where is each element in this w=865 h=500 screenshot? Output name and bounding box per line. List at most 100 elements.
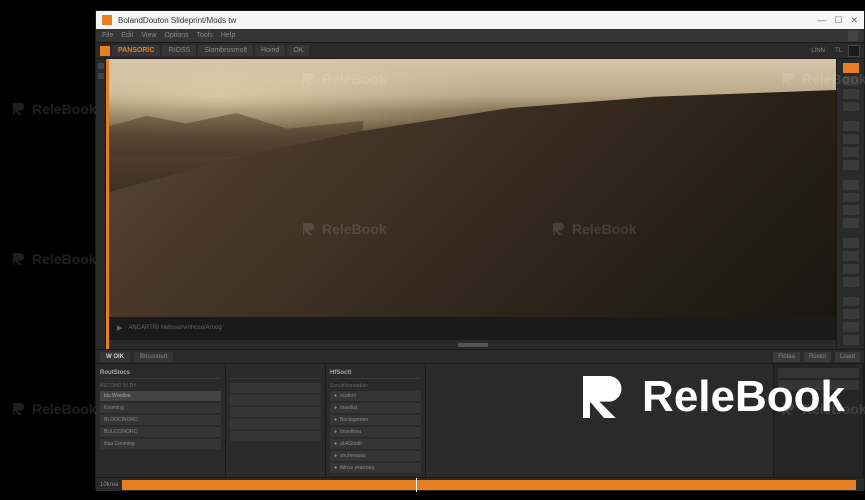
- tool-16[interactable]: [843, 277, 859, 287]
- panel-props: [226, 364, 326, 477]
- app-window: BolandDouton Slideprint/Mods tw — ☐ ✕ Fi…: [95, 10, 865, 490]
- workspace-tabbar: PANSORIC RIOSS Slombrosmolt Hoind OK LIN…: [96, 43, 864, 59]
- titlebar: BolandDouton Slideprint/Mods tw — ☐ ✕: [96, 11, 864, 29]
- list-item[interactable]: ●Boctagnmon: [330, 415, 421, 425]
- tool-active[interactable]: [843, 63, 859, 73]
- menubar-right-icon[interactable]: [848, 31, 858, 41]
- right-tool-panel: [836, 59, 864, 349]
- list-item[interactable]: ●fmsolitina: [330, 427, 421, 437]
- panel-right: [774, 364, 864, 477]
- tool-9[interactable]: [843, 180, 859, 190]
- window-controls: — ☐ ✕: [817, 15, 858, 26]
- panel-c-header: HfSoctt: [330, 368, 421, 379]
- tool-15[interactable]: [843, 264, 859, 274]
- menu-view[interactable]: View: [141, 32, 156, 39]
- tab-indicator-icon: [100, 46, 110, 56]
- tab-3[interactable]: Slombrosmolt: [198, 45, 253, 56]
- tool-13[interactable]: [843, 238, 859, 248]
- menu-edit[interactable]: Edit: [121, 32, 133, 39]
- menu-options[interactable]: Options: [164, 32, 188, 39]
- menu-file[interactable]: File: [102, 32, 113, 39]
- close-button[interactable]: ✕: [850, 15, 858, 26]
- list-item[interactable]: ●mastlist: [330, 403, 421, 413]
- list-item[interactable]: ●souhmasss: [330, 451, 421, 461]
- tool-20[interactable]: [843, 335, 859, 345]
- tool-11[interactable]: [843, 205, 859, 215]
- tool-19[interactable]: [843, 322, 859, 332]
- list-item[interactable]: [230, 407, 321, 417]
- list-item[interactable]: [230, 383, 321, 393]
- list-item[interactable]: [230, 395, 321, 405]
- tool-5[interactable]: [843, 121, 859, 131]
- panel-sources: RoutStocs BECOND IN TH blu Wredloa Koomi…: [96, 364, 226, 477]
- tool-6[interactable]: [843, 134, 859, 144]
- window-title: BolandDouton Slideprint/Mods tw: [118, 16, 817, 25]
- tool-17[interactable]: [843, 297, 859, 307]
- lower-btn-2[interactable]: Rostol: [804, 352, 831, 362]
- menubar: File Edit View Options Tools Help: [96, 29, 864, 43]
- menu-help[interactable]: Help: [221, 32, 235, 39]
- maximize-button[interactable]: ☐: [834, 15, 842, 26]
- left-tool-strip: [96, 59, 106, 349]
- tab-main[interactable]: PANSORIC: [112, 45, 160, 56]
- status-text: ANCARTRI Nebosorvinhoso/Aroog: [128, 325, 221, 331]
- splitter-handle[interactable]: [109, 339, 836, 349]
- lower-btn-1[interactable]: Flotaa: [773, 352, 800, 362]
- tool-8[interactable]: [843, 160, 859, 170]
- timeline-label: 10krea: [100, 482, 118, 488]
- tool-14[interactable]: [843, 251, 859, 261]
- panels-row: RoutStocs BECOND IN TH blu Wredloa Koomi…: [96, 364, 864, 477]
- viewer-wrap: ▶ ANCARTRI Nebosorvinhoso/Aroog: [109, 59, 836, 349]
- playhead[interactable]: [416, 478, 417, 492]
- panel-effects: HfSoctt Sonuhhioraodain ●scalnnt ●mastli…: [326, 364, 426, 477]
- timeline-bar: 10krea: [96, 477, 864, 491]
- lower-tab-1[interactable]: W OIK: [100, 352, 130, 362]
- watermark-icon: [10, 100, 28, 118]
- list-item[interactable]: ●tblnss yearroug: [330, 463, 421, 473]
- list-item[interactable]: [778, 368, 859, 378]
- play-icon[interactable]: ▶: [117, 324, 122, 332]
- strip-tool-1[interactable]: [98, 63, 104, 69]
- menu-tools[interactable]: Tools: [197, 32, 213, 39]
- list-item[interactable]: Kooming: [100, 403, 221, 413]
- tab-5[interactable]: OK: [287, 45, 309, 56]
- watermark-icon: [10, 400, 28, 418]
- list-item[interactable]: ifiaa Cooming: [100, 439, 221, 449]
- list-item[interactable]: BLOOCINORC: [100, 415, 221, 425]
- watermark: ReleBook: [10, 250, 97, 268]
- lower-tab-2[interactable]: Briconourt: [134, 352, 173, 362]
- watermark: ReleBook: [10, 400, 97, 418]
- list-item[interactable]: blu Wredloa: [100, 391, 221, 401]
- timeline-track[interactable]: [122, 480, 856, 490]
- tab-4[interactable]: Hoind: [255, 45, 285, 56]
- tool-10[interactable]: [843, 193, 859, 203]
- lower-btn-3[interactable]: Loaot: [835, 352, 860, 362]
- list-item[interactable]: [230, 431, 321, 441]
- tool-7[interactable]: [843, 147, 859, 157]
- list-item[interactable]: ●scalnnt: [330, 391, 421, 401]
- lower-tabbar: W OIK Briconourt Flotaa Rostol Loaot: [96, 350, 864, 364]
- tabbar-label-1: LINN: [807, 48, 829, 54]
- panel-a-sub: BECOND IN TH: [100, 383, 221, 389]
- tabbar-settings-icon[interactable]: [848, 45, 860, 57]
- viewer-canvas[interactable]: [109, 59, 836, 317]
- panel-a-header: RoutStocs: [100, 368, 221, 379]
- list-item[interactable]: [230, 419, 321, 429]
- lower-section: W OIK Briconourt Flotaa Rostol Loaot Rou…: [96, 349, 864, 491]
- watermark: ReleBook: [10, 100, 97, 118]
- tool-4[interactable]: [843, 102, 859, 112]
- tool-12[interactable]: [843, 218, 859, 228]
- list-item[interactable]: ●abAStodb: [330, 439, 421, 449]
- tool-3[interactable]: [843, 89, 859, 99]
- minimize-button[interactable]: —: [817, 15, 826, 26]
- grip-icon: [458, 343, 488, 347]
- viewer-status-bar: ▶ ANCARTRI Nebosorvinhoso/Aroog: [109, 317, 836, 339]
- tool-2[interactable]: [843, 76, 859, 86]
- tool-18[interactable]: [843, 309, 859, 319]
- panel-canvas: [426, 364, 774, 477]
- list-item[interactable]: [778, 380, 859, 390]
- list-item[interactable]: BULCCINORC: [100, 427, 221, 437]
- strip-tool-2[interactable]: [98, 73, 104, 79]
- tab-2[interactable]: RIOSS: [162, 45, 196, 56]
- main-area: ▶ ANCARTRI Nebosorvinhoso/Aroog: [96, 59, 864, 349]
